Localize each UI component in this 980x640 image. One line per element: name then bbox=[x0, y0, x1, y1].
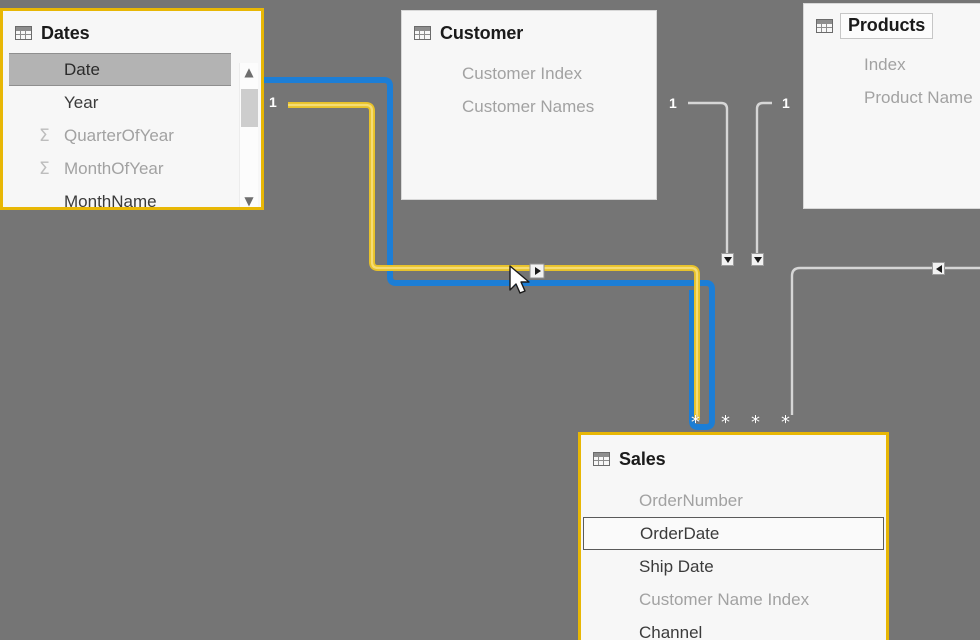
field-row-customer-index[interactable]: Customer Index bbox=[402, 57, 656, 90]
field-row-customer-name-index[interactable]: Customer Name Index bbox=[581, 583, 886, 616]
field-row-customer-names[interactable]: Customer Names bbox=[402, 90, 656, 123]
mouse-cursor bbox=[505, 262, 551, 301]
field-label: OrderDate bbox=[640, 523, 720, 543]
cursor-direction-badge bbox=[529, 263, 545, 279]
field-row-quarterofyear[interactable]: Σ QuarterOfYear bbox=[3, 119, 261, 152]
field-row-orderdate[interactable]: OrderDate bbox=[583, 517, 884, 550]
cardinality-marker-many-products: * bbox=[781, 412, 790, 433]
table-grid-icon bbox=[15, 26, 32, 40]
field-row-monthname[interactable]: MonthName bbox=[3, 185, 261, 210]
table-grid-icon bbox=[593, 452, 610, 466]
table-grid-icon bbox=[816, 19, 833, 33]
cardinality-marker-many-customer: * bbox=[751, 412, 760, 433]
cursor-arrow-icon bbox=[509, 265, 530, 294]
table-card-dates[interactable]: Dates Date Year Σ QuarterOfYear Σ MonthO… bbox=[0, 8, 264, 210]
cardinality-marker-many-orderdate: * bbox=[691, 412, 700, 433]
field-row-ship-date[interactable]: Ship Date bbox=[581, 550, 886, 583]
table-card-products[interactable]: Products Index Product Name bbox=[803, 3, 980, 209]
filter-direction-marker-customer[interactable] bbox=[721, 253, 734, 266]
field-label: Date bbox=[64, 59, 100, 79]
cardinality-marker-many-shipdate: * bbox=[721, 412, 730, 433]
field-list-customer: Customer Index Customer Names bbox=[402, 57, 656, 123]
field-list-sales: OrderNumber OrderDate Ship Date Customer… bbox=[581, 484, 886, 640]
filter-direction-marker-products-right[interactable] bbox=[932, 262, 945, 275]
table-title-dates: Dates bbox=[41, 22, 90, 43]
field-row-ordernumber[interactable]: OrderNumber bbox=[581, 484, 886, 517]
field-list-products: Index Product Name bbox=[804, 48, 980, 114]
cardinality-label-products-one: 1 bbox=[782, 95, 790, 111]
table-title-products[interactable]: Products bbox=[840, 13, 934, 39]
field-label: Channel bbox=[639, 622, 703, 640]
field-label: Customer Names bbox=[462, 96, 595, 116]
field-label: OrderNumber bbox=[639, 490, 743, 510]
field-label: MonthName bbox=[64, 191, 157, 210]
table-header-customer: Customer bbox=[402, 11, 656, 50]
table-header-sales: Sales bbox=[581, 435, 886, 476]
scroll-down-chevron-icon[interactable]: ▼ bbox=[244, 195, 253, 207]
field-row-year[interactable]: Year bbox=[3, 86, 261, 119]
cardinality-label-customer-one: 1 bbox=[669, 95, 677, 111]
field-label: Customer Name Index bbox=[639, 589, 810, 609]
dates-scrollbar[interactable]: ▲ ▼ bbox=[239, 63, 258, 207]
table-title-customer: Customer bbox=[440, 22, 524, 43]
field-row-date[interactable]: Date bbox=[9, 53, 231, 86]
filter-direction-marker-products[interactable] bbox=[751, 253, 764, 266]
field-row-index[interactable]: Index bbox=[804, 48, 980, 81]
table-grid-icon bbox=[414, 26, 431, 40]
field-row-channel[interactable]: Channel bbox=[581, 616, 886, 640]
scrollbar-thumb[interactable] bbox=[241, 89, 258, 127]
field-list-dates: Date Year Σ QuarterOfYear Σ MonthOfYear … bbox=[3, 53, 261, 210]
relationship-line-customer-sales[interactable] bbox=[688, 101, 729, 255]
field-label: Customer Index bbox=[462, 63, 582, 83]
play-triangle-icon bbox=[535, 267, 541, 275]
table-card-sales[interactable]: Sales OrderNumber OrderDate Ship Date Cu… bbox=[578, 432, 889, 640]
field-label: Ship Date bbox=[639, 556, 714, 576]
table-title-sales: Sales bbox=[619, 448, 666, 469]
field-label: QuarterOfYear bbox=[64, 125, 174, 145]
field-label: Year bbox=[64, 92, 99, 112]
table-header-dates: Dates bbox=[3, 11, 261, 50]
field-label: MonthOfYear bbox=[64, 158, 164, 178]
cardinality-label-dates-one: 1 bbox=[269, 94, 277, 110]
relationship-line-products-sales[interactable] bbox=[755, 101, 772, 255]
field-label: Index bbox=[864, 54, 906, 74]
scroll-up-chevron-icon[interactable]: ▲ bbox=[244, 66, 253, 78]
field-row-product-name[interactable]: Product Name bbox=[804, 81, 980, 114]
field-label: Product Name bbox=[864, 87, 973, 107]
table-card-customer[interactable]: Customer Customer Index Customer Names bbox=[401, 10, 657, 200]
table-header-products: Products bbox=[804, 4, 980, 43]
model-view-canvas[interactable]: Dates Date Year Σ QuarterOfYear Σ MonthO… bbox=[0, 0, 980, 640]
relationship-line-products-right[interactable] bbox=[790, 266, 980, 415]
sigma-aggregate-icon: Σ bbox=[39, 125, 50, 146]
sigma-aggregate-icon: Σ bbox=[39, 158, 50, 179]
field-row-monthofyear[interactable]: Σ MonthOfYear bbox=[3, 152, 261, 185]
